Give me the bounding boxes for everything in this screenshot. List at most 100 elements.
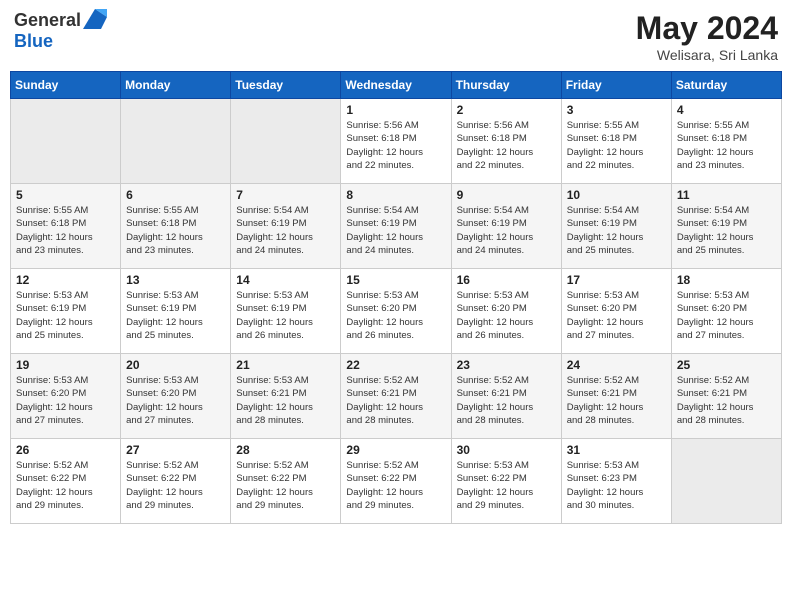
day-number: 13: [126, 273, 225, 287]
logo-icon: [83, 9, 107, 29]
day-number: 10: [567, 188, 666, 202]
logo-general-text: General: [14, 10, 81, 31]
day-number: 24: [567, 358, 666, 372]
calendar-table: SundayMondayTuesdayWednesdayThursdayFrid…: [10, 71, 782, 524]
calendar-cell: 16Sunrise: 5:53 AM Sunset: 6:20 PM Dayli…: [451, 269, 561, 354]
calendar-cell: [121, 99, 231, 184]
day-info: Sunrise: 5:53 AM Sunset: 6:20 PM Dayligh…: [16, 374, 115, 427]
page-header: General Blue May 2024 Welisara, Sri Lank…: [10, 10, 782, 63]
calendar-week-4: 19 Sunrise: 5:53 AM Sunset: 6:20 PM Dayli…: [11, 354, 782, 439]
day-number: 31: [567, 443, 666, 457]
calendar-cell: 30Sunrise: 5:53 AM Sunset: 6:22 PM Dayli…: [451, 439, 561, 524]
calendar-cell: 20 Sunrise: 5:53 AM Sunset: 6:20 PM Dayli…: [121, 354, 231, 439]
day-info: Sunrise: 5:53 AM Sunset: 6:20 PM Dayligh…: [677, 289, 776, 342]
day-number: 4: [677, 103, 776, 117]
day-number: 28: [236, 443, 335, 457]
day-number: 19: [16, 358, 115, 372]
calendar-cell: 22 Sunrise: 5:52 AM Sunset: 6:21 PM Dayli…: [341, 354, 451, 439]
calendar-cell: 31 Sunrise: 5:53 AM Sunset: 6:23 PM Dayli…: [561, 439, 671, 524]
day-info: Sunrise: 5:52 AM Sunset: 6:21 PM Dayligh…: [567, 374, 666, 427]
day-info: Sunrise: 5:53 AM Sunset: 6:22 PM Dayligh…: [457, 459, 556, 512]
day-number: 14: [236, 273, 335, 287]
day-number: 23: [457, 358, 556, 372]
day-number: 16: [457, 273, 556, 287]
day-info: Sunrise: 5:55 AM Sunset: 6:18 PM Dayligh…: [677, 119, 776, 172]
day-number: 9: [457, 188, 556, 202]
calendar-cell: 26 Sunrise: 5:52 AM Sunset: 6:22 PM Dayli…: [11, 439, 121, 524]
calendar-cell: 17 Sunrise: 5:53 AM Sunset: 6:20 PM Dayli…: [561, 269, 671, 354]
calendar-cell: 27Sunrise: 5:52 AM Sunset: 6:22 PM Dayli…: [121, 439, 231, 524]
calendar-cell: 9 Sunrise: 5:54 AM Sunset: 6:19 PM Daylig…: [451, 184, 561, 269]
day-number: 3: [567, 103, 666, 117]
calendar-cell: 6 Sunrise: 5:55 AM Sunset: 6:18 PM Daylig…: [121, 184, 231, 269]
day-info: Sunrise: 5:53 AM Sunset: 6:20 PM Dayligh…: [567, 289, 666, 342]
calendar-week-5: 26 Sunrise: 5:52 AM Sunset: 6:22 PM Dayli…: [11, 439, 782, 524]
calendar-week-2: 5 Sunrise: 5:55 AM Sunset: 6:18 PM Daylig…: [11, 184, 782, 269]
calendar-cell: 11Sunrise: 5:54 AM Sunset: 6:19 PM Dayli…: [671, 184, 781, 269]
month-title: May 2024: [636, 10, 778, 47]
day-number: 2: [457, 103, 556, 117]
calendar-cell: [11, 99, 121, 184]
day-info: Sunrise: 5:56 AM Sunset: 6:18 PM Dayligh…: [346, 119, 445, 172]
day-number: 26: [16, 443, 115, 457]
calendar-cell: 4 Sunrise: 5:55 AM Sunset: 6:18 PM Daylig…: [671, 99, 781, 184]
calendar-cell: [231, 99, 341, 184]
calendar-cell: 25Sunrise: 5:52 AM Sunset: 6:21 PM Dayli…: [671, 354, 781, 439]
calendar-cell: [671, 439, 781, 524]
calendar-cell: 5 Sunrise: 5:55 AM Sunset: 6:18 PM Daylig…: [11, 184, 121, 269]
calendar-cell: 14 Sunrise: 5:53 AM Sunset: 6:19 PM Dayli…: [231, 269, 341, 354]
day-info: Sunrise: 5:52 AM Sunset: 6:22 PM Dayligh…: [346, 459, 445, 512]
day-number: 17: [567, 273, 666, 287]
calendar-cell: 15Sunrise: 5:53 AM Sunset: 6:20 PM Dayli…: [341, 269, 451, 354]
day-number: 25: [677, 358, 776, 372]
calendar-cell: 12 Sunrise: 5:53 AM Sunset: 6:19 PM Dayli…: [11, 269, 121, 354]
day-number: 6: [126, 188, 225, 202]
day-number: 7: [236, 188, 335, 202]
day-info: Sunrise: 5:52 AM Sunset: 6:21 PM Dayligh…: [346, 374, 445, 427]
calendar-cell: 7 Sunrise: 5:54 AM Sunset: 6:19 PM Daylig…: [231, 184, 341, 269]
calendar-cell: 3Sunrise: 5:55 AM Sunset: 6:18 PM Daylig…: [561, 99, 671, 184]
day-number: 18: [677, 273, 776, 287]
day-info: Sunrise: 5:54 AM Sunset: 6:19 PM Dayligh…: [346, 204, 445, 257]
day-number: 8: [346, 188, 445, 202]
day-info: Sunrise: 5:56 AM Sunset: 6:18 PM Dayligh…: [457, 119, 556, 172]
day-info: Sunrise: 5:53 AM Sunset: 6:21 PM Dayligh…: [236, 374, 335, 427]
day-number: 5: [16, 188, 115, 202]
day-info: Sunrise: 5:53 AM Sunset: 6:19 PM Dayligh…: [236, 289, 335, 342]
weekday-header-monday: Monday: [121, 72, 231, 99]
location-subtitle: Welisara, Sri Lanka: [636, 47, 778, 63]
weekday-header-tuesday: Tuesday: [231, 72, 341, 99]
day-info: Sunrise: 5:53 AM Sunset: 6:23 PM Dayligh…: [567, 459, 666, 512]
day-info: Sunrise: 5:52 AM Sunset: 6:22 PM Dayligh…: [236, 459, 335, 512]
calendar-cell: 18 Sunrise: 5:53 AM Sunset: 6:20 PM Dayli…: [671, 269, 781, 354]
calendar-cell: 2 Sunrise: 5:56 AM Sunset: 6:18 PM Daylig…: [451, 99, 561, 184]
title-area: May 2024 Welisara, Sri Lanka: [636, 10, 778, 63]
weekday-header-saturday: Saturday: [671, 72, 781, 99]
weekday-header-row: SundayMondayTuesdayWednesdayThursdayFrid…: [11, 72, 782, 99]
day-info: Sunrise: 5:52 AM Sunset: 6:22 PM Dayligh…: [16, 459, 115, 512]
calendar-cell: 10 Sunrise: 5:54 AM Sunset: 6:19 PM Dayli…: [561, 184, 671, 269]
weekday-header-wednesday: Wednesday: [341, 72, 451, 99]
day-number: 12: [16, 273, 115, 287]
day-number: 21: [236, 358, 335, 372]
calendar-cell: 21 Sunrise: 5:53 AM Sunset: 6:21 PM Dayli…: [231, 354, 341, 439]
day-number: 22: [346, 358, 445, 372]
calendar-cell: 8 Sunrise: 5:54 AM Sunset: 6:19 PM Daylig…: [341, 184, 451, 269]
calendar-cell: 1Sunrise: 5:56 AM Sunset: 6:18 PM Daylig…: [341, 99, 451, 184]
day-info: Sunrise: 5:53 AM Sunset: 6:20 PM Dayligh…: [126, 374, 225, 427]
weekday-header-friday: Friday: [561, 72, 671, 99]
day-number: 20: [126, 358, 225, 372]
day-info: Sunrise: 5:53 AM Sunset: 6:19 PM Dayligh…: [16, 289, 115, 342]
day-info: Sunrise: 5:53 AM Sunset: 6:19 PM Dayligh…: [126, 289, 225, 342]
day-info: Sunrise: 5:55 AM Sunset: 6:18 PM Dayligh…: [16, 204, 115, 257]
day-info: Sunrise: 5:53 AM Sunset: 6:20 PM Dayligh…: [346, 289, 445, 342]
calendar-cell: 29 Sunrise: 5:52 AM Sunset: 6:22 PM Dayli…: [341, 439, 451, 524]
day-info: Sunrise: 5:54 AM Sunset: 6:19 PM Dayligh…: [236, 204, 335, 257]
day-info: Sunrise: 5:55 AM Sunset: 6:18 PM Dayligh…: [126, 204, 225, 257]
calendar-cell: 24 Sunrise: 5:52 AM Sunset: 6:21 PM Dayli…: [561, 354, 671, 439]
day-info: Sunrise: 5:54 AM Sunset: 6:19 PM Dayligh…: [567, 204, 666, 257]
logo: General Blue: [14, 10, 107, 52]
day-number: 29: [346, 443, 445, 457]
day-info: Sunrise: 5:54 AM Sunset: 6:19 PM Dayligh…: [457, 204, 556, 257]
weekday-header-sunday: Sunday: [11, 72, 121, 99]
